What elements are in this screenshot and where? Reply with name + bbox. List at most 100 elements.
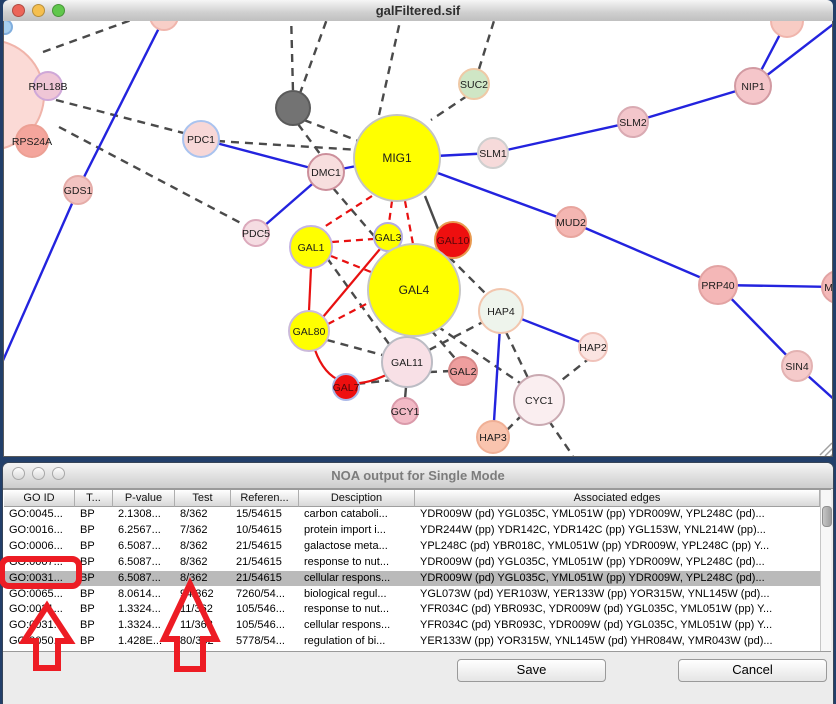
graph-edge xyxy=(327,340,386,356)
graph-node-gal1[interactable]: GAL1 xyxy=(290,226,332,268)
save-button[interactable]: Save xyxy=(457,659,606,682)
svg-text:SLM2: SLM2 xyxy=(619,117,647,129)
table-cell: 11/362 xyxy=(175,602,230,618)
graph-node-mig1[interactable]: MIG1 xyxy=(354,115,440,201)
graph-node-gal80[interactable]: GAL80 xyxy=(289,311,329,351)
graph-node-slm1[interactable]: SLM1 xyxy=(478,138,508,168)
graph-node-hap3[interactable]: HAP3 xyxy=(477,421,509,453)
table-cell: GO:0050... xyxy=(4,634,74,650)
graph-node-slm2[interactable]: SLM2 xyxy=(618,107,648,137)
table-cell: 6.5087... xyxy=(113,571,174,587)
table-cell: biological regul... xyxy=(299,587,414,603)
table-cell: BP xyxy=(75,507,112,523)
graph-node-pdc5[interactable]: PDC5 xyxy=(242,220,270,246)
table-cell: 105/546... xyxy=(231,618,298,634)
table-cell: YFR034C (pd) YBR093C, YDR009W (pd) YGL03… xyxy=(415,618,819,634)
svg-text:GCY1: GCY1 xyxy=(391,406,420,418)
column-header-referen[interactable]: Referen... xyxy=(231,490,299,507)
table-cell: GO:0031... xyxy=(4,602,74,618)
table-cell: 94/362 xyxy=(175,587,230,603)
table-row[interactable]: GO:0016...BP6.2567...7/36210/54615protei… xyxy=(3,523,820,539)
graph-window-titlebar[interactable]: galFiltered.sif xyxy=(3,0,833,22)
graph-edge xyxy=(332,239,373,242)
vertical-scrollbar[interactable] xyxy=(820,490,831,651)
table-row[interactable]: GO:0031...BP6.5087...8/36221/54615cellul… xyxy=(3,571,820,587)
table-cell: cellular respons... xyxy=(299,571,414,587)
table-cell: 21/54615 xyxy=(231,571,298,587)
svg-text:GAL1: GAL1 xyxy=(298,242,325,254)
table-cell: GO:0016... xyxy=(4,523,74,539)
graph-node[interactable] xyxy=(150,21,178,30)
table-cell: YGL073W (pd) YER103W, YER133W (pp) YOR31… xyxy=(415,587,819,603)
column-header-p-value[interactable]: P-value xyxy=(113,490,175,507)
graph-edge xyxy=(553,357,591,387)
graph-node-gal4[interactable]: GAL4 xyxy=(368,244,460,336)
graph-node[interactable] xyxy=(276,91,310,125)
table-cell: protein import i... xyxy=(299,523,414,539)
table-cell: YDR009W (pd) YGL035C, YML051W (pp) YDR00… xyxy=(415,555,819,571)
graph-node-dmc1[interactable]: DMC1 xyxy=(308,154,344,190)
svg-text:RPL18B: RPL18B xyxy=(28,81,67,93)
svg-text:HAP2: HAP2 xyxy=(579,342,607,354)
cancel-button[interactable]: Cancel xyxy=(678,659,827,682)
resize-grip[interactable] xyxy=(820,443,832,456)
svg-text:SLM1: SLM1 xyxy=(479,148,507,160)
graph-edge xyxy=(309,268,311,311)
table-row[interactable]: GO:0007...BP6.5087...8/36221/54615respon… xyxy=(3,555,820,571)
table-cell: 105/546... xyxy=(231,602,298,618)
column-header-go-id[interactable]: GO ID xyxy=(4,490,75,507)
table-row[interactable]: GO:0031...BP1.3324...11/362105/546...cel… xyxy=(3,618,820,634)
table-row[interactable]: GO:0031...BP1.3324...11/362105/546...res… xyxy=(3,602,820,618)
graph-node-hap4[interactable]: HAP4 xyxy=(479,289,523,333)
table-cell: 6.5087... xyxy=(113,539,174,555)
table-cell: GO:0065... xyxy=(4,587,74,603)
table-cell: 10/54615 xyxy=(231,523,298,539)
network-canvas[interactable]: RPL18BRPS24AGDS1PDC1MIG1DMC1SUC2SLM1SLM2… xyxy=(3,21,833,457)
table-cell: BP xyxy=(75,523,112,539)
graph-node-gds1[interactable]: GDS1 xyxy=(64,176,93,204)
table-cell: BP xyxy=(75,571,112,587)
graph-node-msl1[interactable]: MSL1 xyxy=(822,271,832,303)
graph-edge xyxy=(78,21,164,189)
svg-text:PDC1: PDC1 xyxy=(187,134,215,146)
table-row[interactable]: GO:0045...BP2.1308...8/36215/54615carbon… xyxy=(3,507,820,523)
table-cell: 21/54615 xyxy=(231,539,298,555)
column-header-test[interactable]: Test xyxy=(175,490,231,507)
table-row[interactable]: GO:0065...BP8.0614...94/3627260/54...bio… xyxy=(3,587,820,603)
column-header-associated-edges[interactable]: Associated edges xyxy=(415,490,820,507)
column-header-desciption[interactable]: Desciption xyxy=(299,490,415,507)
graph-node[interactable] xyxy=(771,21,803,37)
graph-window-title: galFiltered.sif xyxy=(3,3,833,18)
svg-text:SIN4: SIN4 xyxy=(785,361,809,373)
column-header-t[interactable]: T... xyxy=(75,490,113,507)
graph-node-gcy1[interactable]: GCY1 xyxy=(391,398,420,424)
graph-node-nip1[interactable]: NIP1 xyxy=(735,68,771,104)
table-cell: GO:0045... xyxy=(4,507,74,523)
graph-node-mud2[interactable]: MUD2 xyxy=(556,207,586,237)
table-row[interactable]: GO:0050...BP1.428E...80/3625778/54...reg… xyxy=(3,634,820,650)
graph-node-prp40[interactable]: PRP40 xyxy=(699,266,737,304)
svg-text:GAL3: GAL3 xyxy=(375,232,402,244)
graph-edge xyxy=(379,21,403,115)
graph-node-gal11[interactable]: GAL11 xyxy=(382,337,432,387)
scrollbar-thumb[interactable] xyxy=(822,506,832,527)
svg-text:PDC5: PDC5 xyxy=(242,228,270,240)
graph-edge xyxy=(298,124,323,158)
svg-text:SUC2: SUC2 xyxy=(460,79,488,91)
graph-window: galFiltered.sif RPL18BRPS24AGDS1PDC1MIG1… xyxy=(3,0,833,457)
table-cell: response to nut... xyxy=(299,602,414,618)
table-cell: carbon cataboli... xyxy=(299,507,414,523)
graph-node[interactable] xyxy=(4,21,12,34)
noa-window-titlebar[interactable]: NOA output for Single Mode xyxy=(3,463,833,489)
graph-node-gal7[interactable]: GAL7 xyxy=(333,374,360,400)
graph-node-gal2[interactable]: GAL2 xyxy=(449,357,477,385)
graph-node-pdc1[interactable]: PDC1 xyxy=(183,121,219,157)
graph-node-suc2[interactable]: SUC2 xyxy=(459,69,489,99)
table-cell: BP xyxy=(75,618,112,634)
graph-node-cyc1[interactable]: CYC1 xyxy=(514,375,564,425)
graph-node-sin4[interactable]: SIN4 xyxy=(782,351,812,381)
graph-edge xyxy=(4,190,78,365)
graph-node-hap2[interactable]: HAP2 xyxy=(579,333,607,361)
table-row[interactable]: GO:0006...BP6.5087...8/36221/54615galact… xyxy=(3,539,820,555)
svg-text:GAL7: GAL7 xyxy=(333,382,360,394)
